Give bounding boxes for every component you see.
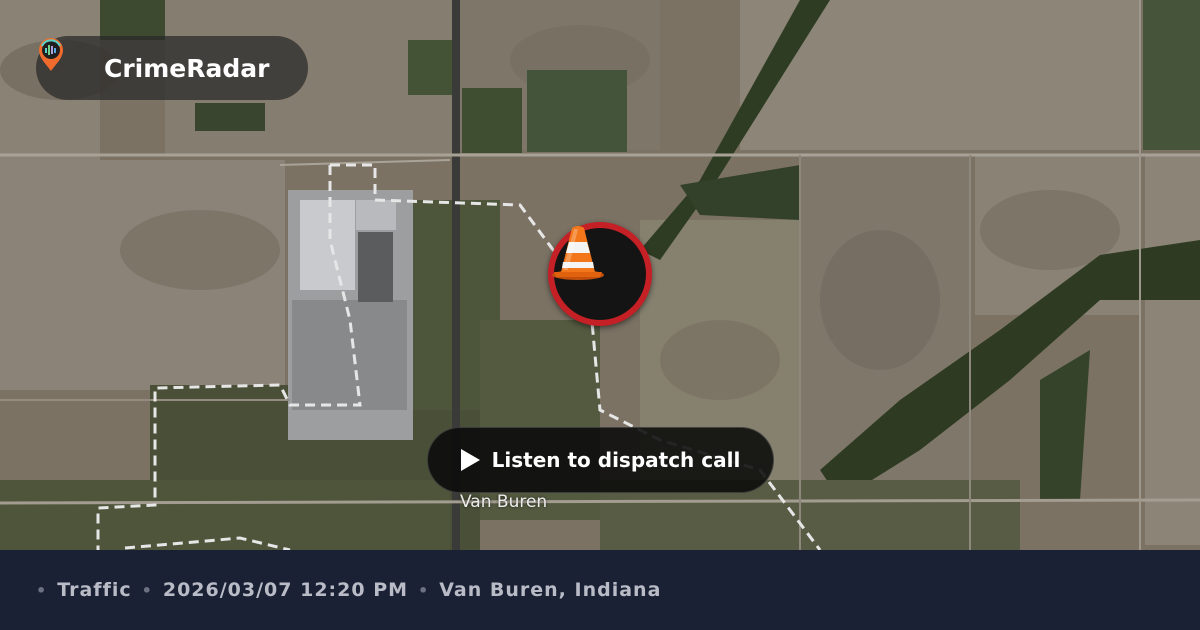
incident-category: Traffic [57, 579, 132, 601]
brand-badge[interactable]: CrimeRadar [36, 36, 308, 100]
traffic-cone-icon [552, 226, 604, 280]
incident-marker[interactable] [548, 222, 652, 326]
incident-footer: • Traffic • 2026/03/07 12:20 PM • Van Bu… [0, 550, 1200, 630]
listen-dispatch-label: Listen to dispatch call [491, 448, 741, 472]
incident-location: Van Buren, Indiana [439, 579, 662, 601]
satellite-map[interactable]: Van Buren Listen to dispatch call CrimeR… [0, 0, 1200, 550]
bullet-dot: • [141, 580, 153, 600]
incident-datetime: 2026/03/07 12:20 PM [162, 579, 409, 601]
radar-pin-icon [39, 38, 86, 86]
brand-name: CrimeRadar [104, 53, 270, 83]
bullet-dot: • [418, 580, 430, 600]
map-place-label: Van Buren [460, 492, 548, 512]
incident-meta: • Traffic • 2026/03/07 12:20 PM • Van Bu… [36, 579, 671, 601]
bullet-dot: • [36, 580, 48, 600]
listen-dispatch-button[interactable]: Listen to dispatch call [427, 427, 774, 493]
play-icon [460, 449, 480, 471]
